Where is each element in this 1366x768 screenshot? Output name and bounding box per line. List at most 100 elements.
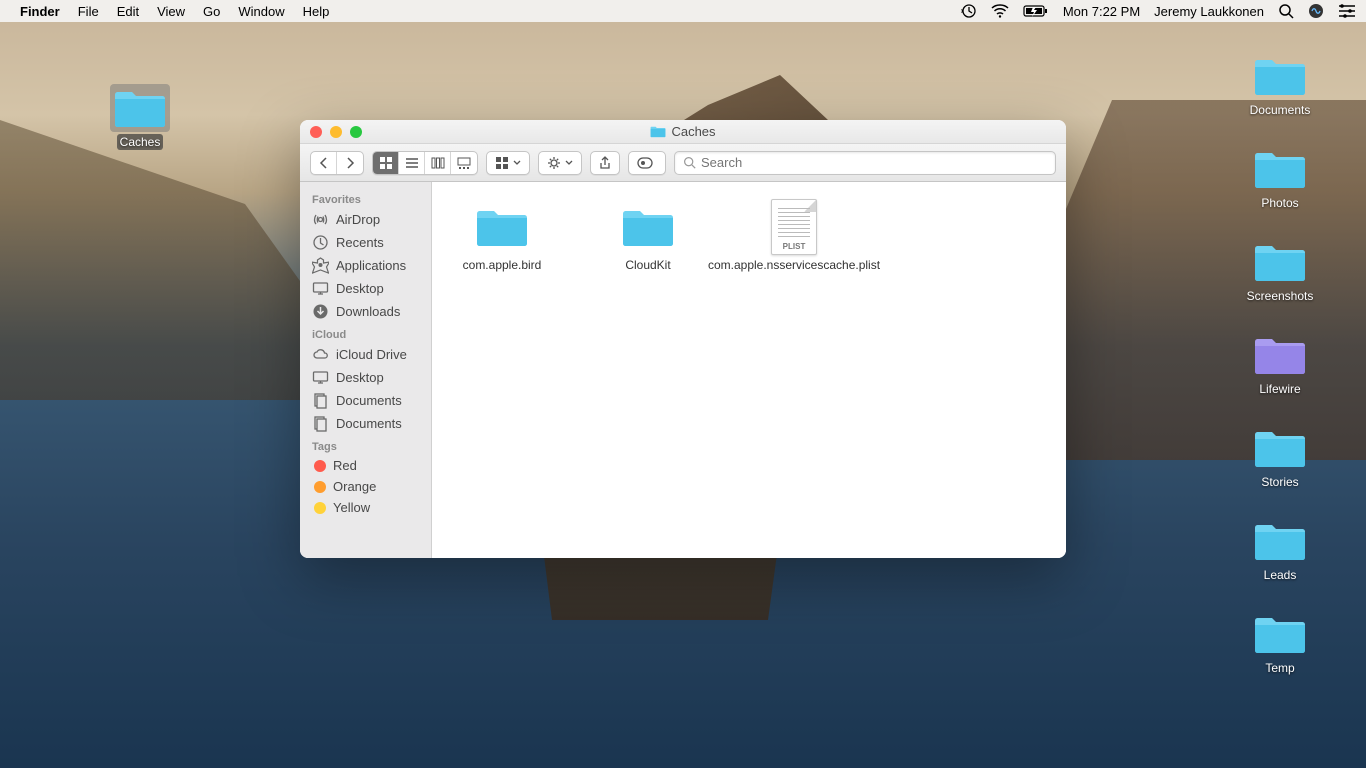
sidebar-item-iclouddrive[interactable]: iCloud Drive xyxy=(300,343,431,366)
file-name: com.apple.bird xyxy=(463,258,542,273)
gallery-view-button[interactable] xyxy=(451,152,477,174)
sidebar: Favorites AirDrop Recents Applications Desk… xyxy=(300,182,432,558)
desktop-icon xyxy=(312,369,329,386)
time-machine-icon[interactable] xyxy=(961,3,977,19)
apps-icon xyxy=(312,257,329,274)
menu-help[interactable]: Help xyxy=(303,4,330,19)
user-name[interactable]: Jeremy Laukkonen xyxy=(1154,4,1264,19)
sidebar-item-label: Documents xyxy=(336,393,402,408)
zoom-button[interactable] xyxy=(350,126,362,138)
desktop-folder-lifewire[interactable]: Lifewire xyxy=(1240,331,1320,397)
desktop-folder-caches[interactable]: Caches xyxy=(100,84,180,150)
desktop-folder-photos[interactable]: Photos xyxy=(1240,145,1320,211)
icloud-header: iCloud xyxy=(300,323,431,343)
battery-icon[interactable] xyxy=(1023,4,1049,18)
favorites-header: Favorites xyxy=(300,188,431,208)
control-center-icon[interactable] xyxy=(1338,4,1356,18)
sidebar-item-label: Orange xyxy=(333,479,376,494)
file-item[interactable]: com.apple.bird xyxy=(446,200,558,273)
search-field[interactable] xyxy=(674,151,1056,175)
sidebar-item-label: Applications xyxy=(336,258,406,273)
sidebar-item-downloads[interactable]: Downloads xyxy=(300,300,431,323)
file-name: CloudKit xyxy=(625,258,670,273)
menubar: Finder File Edit View Go Window Help Mon… xyxy=(0,0,1366,22)
sidebar-item-label: Desktop xyxy=(336,370,384,385)
siri-icon[interactable] xyxy=(1308,3,1324,19)
sidebar-item-label: AirDrop xyxy=(336,212,380,227)
sidebar-item-applications[interactable]: Applications xyxy=(300,254,431,277)
sidebar-item-label: Desktop xyxy=(336,281,384,296)
list-view-button[interactable] xyxy=(399,152,425,174)
menu-view[interactable]: View xyxy=(157,4,185,19)
menu-window[interactable]: Window xyxy=(238,4,284,19)
wifi-icon[interactable] xyxy=(991,3,1009,19)
minimize-button[interactable] xyxy=(330,126,342,138)
sidebar-item-desktop[interactable]: Desktop xyxy=(300,366,431,389)
docs-icon xyxy=(312,392,329,409)
sidebar-item-label: Red xyxy=(333,458,357,473)
downloads-icon xyxy=(312,303,329,320)
sidebar-item-recents[interactable]: Recents xyxy=(300,231,431,254)
titlebar[interactable]: Caches xyxy=(300,120,1066,144)
share-button[interactable] xyxy=(590,151,620,175)
icon-view-button[interactable] xyxy=(373,152,399,174)
desktop-folder-stories[interactable]: Stories xyxy=(1240,424,1320,490)
sidebar-item-label: Recents xyxy=(336,235,384,250)
sidebar-tag-red[interactable]: Red xyxy=(300,455,431,476)
sidebar-item-label: Downloads xyxy=(336,304,400,319)
clock[interactable]: Mon 7:22 PM xyxy=(1063,4,1140,19)
desktop-folder-documents[interactable]: Documents xyxy=(1240,52,1320,118)
tags-header: Tags xyxy=(300,435,431,455)
desktop-folder-screenshots[interactable]: Screenshots xyxy=(1240,238,1320,304)
tags-button[interactable] xyxy=(628,151,666,175)
search-icon xyxy=(683,156,696,169)
spotlight-icon[interactable] xyxy=(1278,3,1294,19)
nav-segment xyxy=(310,151,364,175)
menu-file[interactable]: File xyxy=(78,4,99,19)
search-input[interactable] xyxy=(701,155,1047,170)
arrange-button[interactable] xyxy=(486,151,530,175)
file-item[interactable]: CloudKit xyxy=(592,200,704,273)
desktop-folder-label: Lifewire xyxy=(1256,381,1303,397)
forward-button[interactable] xyxy=(337,152,363,174)
sidebar-item-airdrop[interactable]: AirDrop xyxy=(300,208,431,231)
menu-edit[interactable]: Edit xyxy=(117,4,139,19)
desktop-folder-label: Temp xyxy=(1262,660,1297,676)
sidebar-item-documents[interactable]: Documents xyxy=(300,412,431,435)
finder-window: Caches Favorites AirDrop Recents Applicati… xyxy=(300,120,1066,558)
cloud-icon xyxy=(312,346,329,363)
desktop-icon xyxy=(312,280,329,297)
column-view-button[interactable] xyxy=(425,152,451,174)
sidebar-item-label: iCloud Drive xyxy=(336,347,407,362)
desktop-folder-leads[interactable]: Leads xyxy=(1240,517,1320,583)
plist-icon: PLIST xyxy=(771,199,817,255)
desktop-folder-label: Photos xyxy=(1258,195,1301,211)
tag-dot-icon xyxy=(314,502,326,514)
menu-go[interactable]: Go xyxy=(203,4,220,19)
file-name: com.apple.nsservicescache.plist xyxy=(708,258,880,273)
action-button[interactable] xyxy=(538,151,582,175)
recents-icon xyxy=(312,234,329,251)
back-button[interactable] xyxy=(311,152,337,174)
sidebar-item-label: Yellow xyxy=(333,500,370,515)
app-name[interactable]: Finder xyxy=(20,4,60,19)
close-button[interactable] xyxy=(310,126,322,138)
desktop-folder-label: Caches xyxy=(117,134,164,150)
desktop-folder-label: Screenshots xyxy=(1244,288,1317,304)
content-area[interactable]: com.apple.birdCloudKitPLISTcom.apple.nss… xyxy=(432,182,1066,558)
view-segment xyxy=(372,151,478,175)
window-title: Caches xyxy=(671,124,715,139)
sidebar-tag-yellow[interactable]: Yellow xyxy=(300,497,431,518)
toolbar xyxy=(300,144,1066,182)
desktop-folder-label: Stories xyxy=(1258,474,1301,490)
sidebar-tag-orange[interactable]: Orange xyxy=(300,476,431,497)
sidebar-item-label: Documents xyxy=(336,416,402,431)
sidebar-item-desktop[interactable]: Desktop xyxy=(300,277,431,300)
file-item[interactable]: PLISTcom.apple.nsservicescache.plist xyxy=(738,200,850,273)
sidebar-item-documents[interactable]: Documents xyxy=(300,389,431,412)
desktop-folder-label: Leads xyxy=(1261,567,1300,583)
folder-icon xyxy=(650,125,666,138)
desktop-folder-label: Documents xyxy=(1247,102,1314,118)
desktop-folder-temp[interactable]: Temp xyxy=(1240,610,1320,676)
airdrop-icon xyxy=(312,211,329,228)
